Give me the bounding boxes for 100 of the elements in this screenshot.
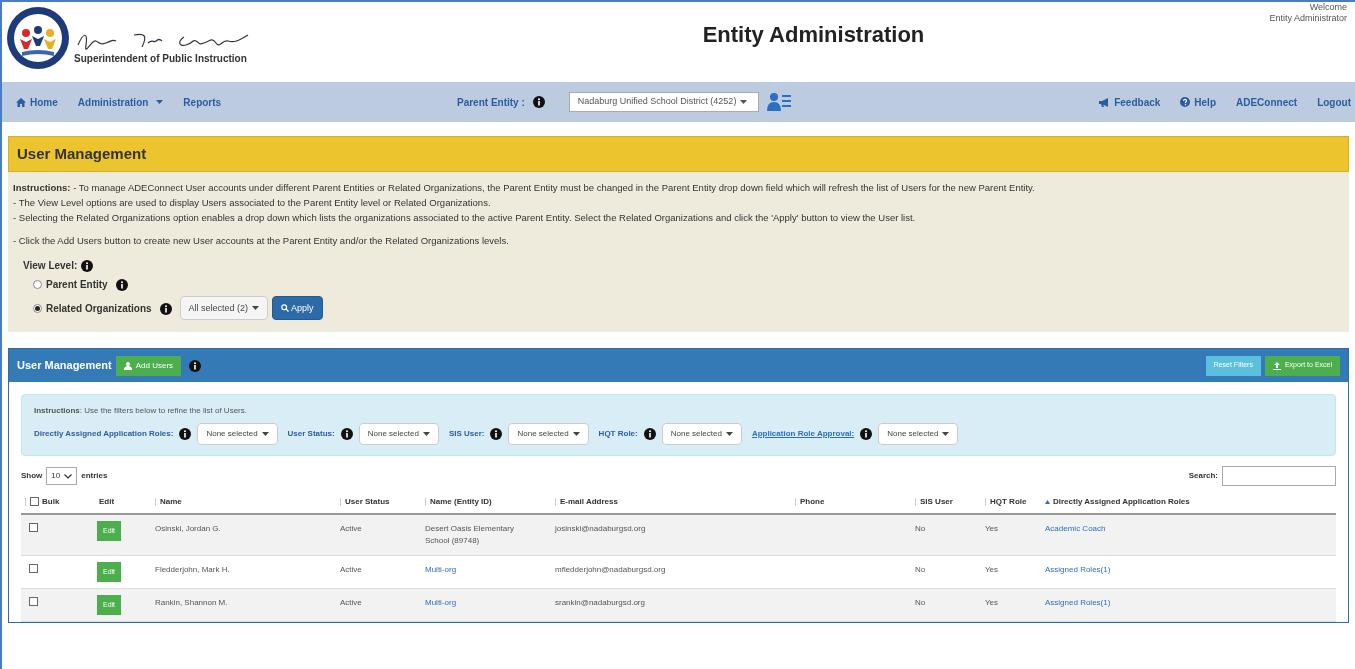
nav-link[interactable]: Logout	[1317, 94, 1351, 110]
info-icon	[532, 96, 545, 108]
info-icon	[860, 428, 873, 440]
column-header[interactable]: Name (Entity ID)	[430, 495, 492, 508]
roles-link[interactable]: Academic Coach	[1045, 524, 1106, 533]
instructions-text: - Click the Add Users button to create new User accounts at the Parent Entity and/or the Related Organizations levels.	[13, 234, 510, 248]
filter-label: HQT Role:	[598, 428, 638, 440]
parent-entity-dropdown[interactable]: Nadaburg Unified School District (4252)	[568, 92, 759, 112]
nav-link[interactable]: Home	[16, 94, 58, 110]
caret-icon	[725, 432, 733, 436]
home-icon	[16, 97, 26, 107]
megaphone-icon	[1099, 97, 1111, 107]
checkbox[interactable]	[29, 597, 38, 606]
roles-link[interactable]: Assigned Roles(1)	[1045, 598, 1111, 607]
nav-link[interactable]: Reports	[183, 94, 222, 110]
radio-button[interactable]	[33, 280, 42, 289]
export-icon	[1272, 361, 1281, 370]
table-cell: srankin@nadaburgsd.org	[555, 598, 645, 607]
caret-icon	[572, 432, 580, 436]
filter-dropdown[interactable]: None selected	[878, 423, 959, 445]
filters-instructions: Instructions: Use the filters below to refine the list of Users.	[34, 405, 248, 417]
table-cell: No	[915, 524, 926, 533]
help-icon	[1180, 97, 1191, 107]
nav-link[interactable]: ADEConnect	[1236, 94, 1298, 110]
info-icon	[179, 428, 192, 440]
entity-link[interactable]: Multi-org	[425, 565, 457, 574]
entries-label: entries	[81, 470, 108, 482]
info-icon	[115, 279, 128, 292]
info-icon	[81, 259, 94, 272]
table-cell: Yes	[985, 565, 999, 574]
user-list-icon[interactable]	[766, 93, 791, 111]
column-header[interactable]: Phone	[800, 495, 825, 508]
column-header[interactable]: E-mail Address	[560, 495, 618, 508]
checkbox[interactable]	[29, 523, 38, 532]
column-header[interactable]: HQT Role	[990, 495, 1027, 508]
section-title: User Management	[17, 143, 147, 164]
filter-label: User Status:	[287, 428, 335, 440]
table-cell: Yes	[985, 524, 999, 533]
column-header[interactable]: User Status	[345, 495, 390, 508]
view-level-label: View Level:	[23, 259, 78, 273]
apply-button[interactable]: Apply	[272, 296, 323, 320]
table-cell: Yes	[985, 598, 999, 607]
table-cell: Rankin, Shannon M.	[155, 598, 228, 607]
filter-dropdown[interactable]: None selected	[661, 423, 742, 445]
radio-button[interactable]	[33, 303, 42, 313]
chevron-icon	[64, 473, 73, 479]
search-label: Search:	[1188, 470, 1218, 482]
checkbox[interactable]	[29, 564, 38, 573]
entity-link[interactable]: Multi-org	[425, 598, 457, 607]
nav-link[interactable]: Feedback	[1099, 94, 1161, 110]
info-icon	[340, 428, 353, 440]
instructions-text: Instructions: - To manage ADEConnect User accounts under different Parent Entities or Related Organizations, the Parent Entity must be changed in the Parent Entity drop down field which will refresh the list of Users for the new Parent Entity.	[13, 181, 1036, 195]
table-cell: josinski@nadaburgsd.org	[555, 524, 646, 533]
user-role-text: Entity Administrator	[1268, 13, 1347, 25]
user-icon	[123, 361, 132, 370]
radio-label: Parent Entity	[46, 278, 108, 292]
table-cell: Active	[340, 598, 362, 607]
filter-link[interactable]: Application Role Approval:	[751, 428, 855, 440]
filter-label: Directly Assigned Application Roles:	[34, 428, 174, 440]
info-icon	[490, 428, 503, 440]
caret-icon	[942, 432, 950, 436]
welcome-text: Welcome	[1308, 2, 1347, 14]
info-icon	[159, 302, 172, 315]
column-header[interactable]: Edit	[85, 495, 115, 508]
table-cell: Active	[340, 565, 362, 574]
page-size-select[interactable]: 10	[46, 467, 78, 485]
caret-icon	[156, 100, 164, 104]
caret-icon	[252, 306, 260, 310]
panel-title: User Management	[17, 358, 112, 374]
nav-link[interactable]: Help	[1180, 94, 1216, 110]
search-icon	[281, 304, 290, 312]
page-title: Entity Administration	[701, 21, 926, 49]
column-header[interactable]: Directly Assigned Application Roles	[1053, 495, 1190, 508]
column-header[interactable]: Name	[160, 495, 182, 508]
table-cell: Desert Oasis Elementary School (89748)	[425, 523, 515, 547]
organizations-dropdown[interactable]: All selected (2)	[179, 296, 269, 320]
column-header[interactable]: Bulk	[42, 495, 60, 508]
nav-link[interactable]: Administration	[77, 94, 164, 110]
table-cell: Fledderjohn, Mark H.	[155, 565, 230, 574]
instructions-text: - The View Level options are used to display Users associated to the Parent Entity level or Related Organizations.	[13, 196, 492, 210]
table-cell: mfledderjohn@nadaburgsd.org	[555, 565, 666, 574]
filter-dropdown[interactable]: None selected	[358, 423, 439, 445]
caret-icon	[422, 432, 430, 436]
column-header[interactable]: SIS User	[920, 495, 953, 508]
caret-icon	[740, 100, 748, 104]
subtitle-text: Superintendent of Public Instruction	[74, 52, 248, 66]
caret-icon	[261, 432, 269, 436]
info-icon	[643, 428, 656, 440]
roles-link[interactable]: Assigned Roles(1)	[1045, 565, 1111, 574]
info-icon	[189, 360, 202, 373]
show-label: Show	[21, 470, 43, 482]
search-field[interactable]	[1222, 466, 1336, 486]
filter-dropdown[interactable]: None selected	[508, 423, 589, 445]
checkbox[interactable]	[30, 497, 39, 506]
table-cell: Osinski, Jordan G.	[155, 524, 221, 533]
table-cell: No	[915, 565, 926, 574]
logo-icon	[6, 6, 70, 70]
table-cell: Active	[340, 524, 362, 533]
filter-dropdown[interactable]: None selected	[197, 423, 278, 445]
instructions-text: - Selecting the Related Organizations option enables a drop down which lists the organizations associated to the active Parent Entity. Select the Related Organizations and click the 'Apply' button to view the User list.	[13, 211, 917, 225]
